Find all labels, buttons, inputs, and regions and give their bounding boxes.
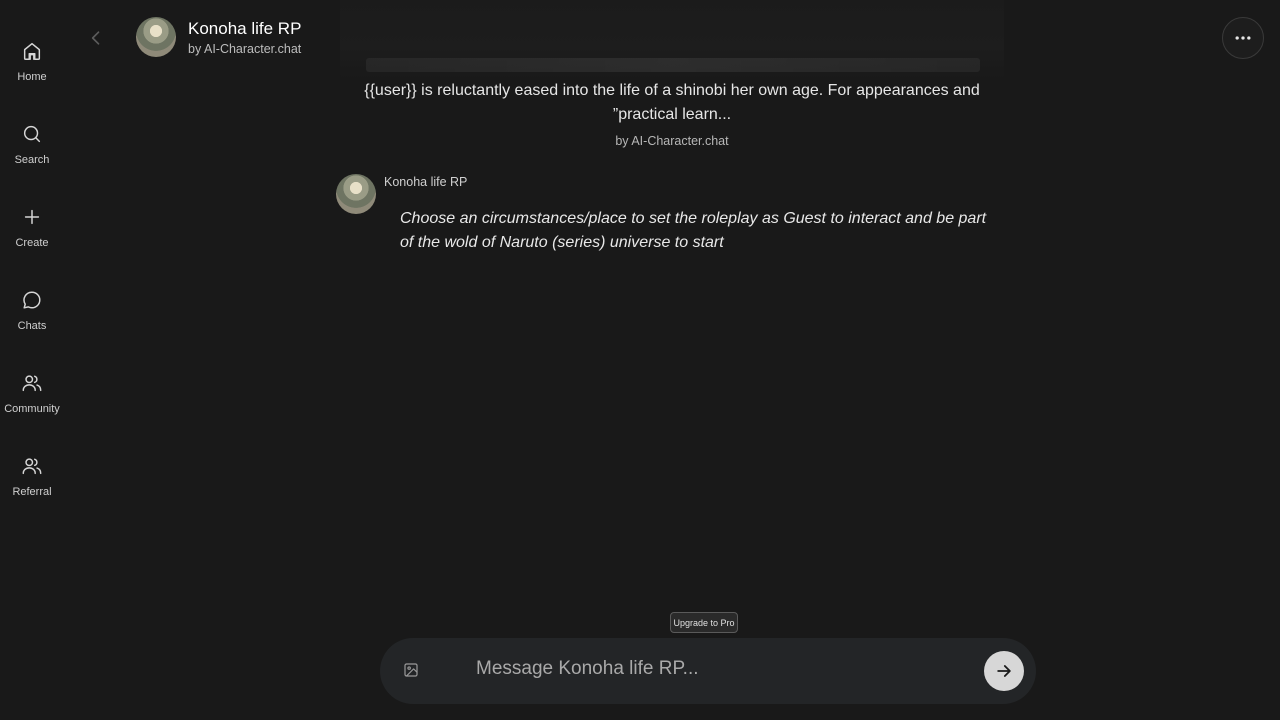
- character-intro: {{user}} is reluctantly eased into the l…: [364, 82, 980, 123]
- message-text: Choose an circumstances/place to set the…: [400, 210, 987, 251]
- send-button[interactable]: [984, 651, 1024, 691]
- upgrade-button[interactable]: Upgrade to Pro: [670, 612, 738, 633]
- sidebar-item-label: Home: [17, 71, 47, 83]
- intro-creator: by AI-Character.chat: [615, 134, 729, 148]
- message-avatar: [336, 174, 376, 214]
- message-sender: Konoha life RP: [384, 175, 468, 189]
- more-horizontal-icon: [1235, 36, 1251, 40]
- sidebar-item-referral[interactable]: Referral: [0, 415, 64, 498]
- home-icon: [21, 40, 43, 62]
- sidebar-item-label: Referral: [12, 486, 52, 498]
- character-avatar[interactable]: [136, 17, 176, 57]
- sidebar-item-create[interactable]: Create: [0, 166, 64, 249]
- sidebar: Home Search Create Chats Community Refer…: [0, 0, 64, 720]
- plus-icon: [21, 206, 43, 228]
- sidebar-item-home[interactable]: Home: [0, 0, 64, 83]
- sidebar-item-community[interactable]: Community: [0, 332, 64, 415]
- users-icon: [21, 455, 43, 477]
- sidebar-item-chats[interactable]: Chats: [0, 249, 64, 332]
- sidebar-item-label: Create: [15, 237, 49, 249]
- users-icon: [21, 372, 43, 394]
- back-button[interactable]: [84, 24, 108, 52]
- image-icon: [404, 663, 418, 677]
- faded-text-line: [366, 58, 980, 72]
- sidebar-item-label: Community: [4, 403, 60, 415]
- page-title: Konoha life RP: [188, 19, 302, 38]
- search-icon: [21, 123, 43, 145]
- more-options-button[interactable]: [1222, 17, 1264, 59]
- message-input[interactable]: [476, 652, 956, 686]
- image-attach-button[interactable]: [402, 661, 420, 679]
- sidebar-item-label: Search: [14, 154, 50, 166]
- sidebar-item-label: Chats: [17, 320, 47, 332]
- arrow-right-icon: [997, 665, 1011, 677]
- sidebar-item-search[interactable]: Search: [0, 83, 64, 166]
- chevron-left-icon: [91, 31, 100, 45]
- creator-subtitle[interactable]: by AI-Character.chat: [188, 42, 301, 56]
- chat-bubble-icon: [21, 289, 43, 311]
